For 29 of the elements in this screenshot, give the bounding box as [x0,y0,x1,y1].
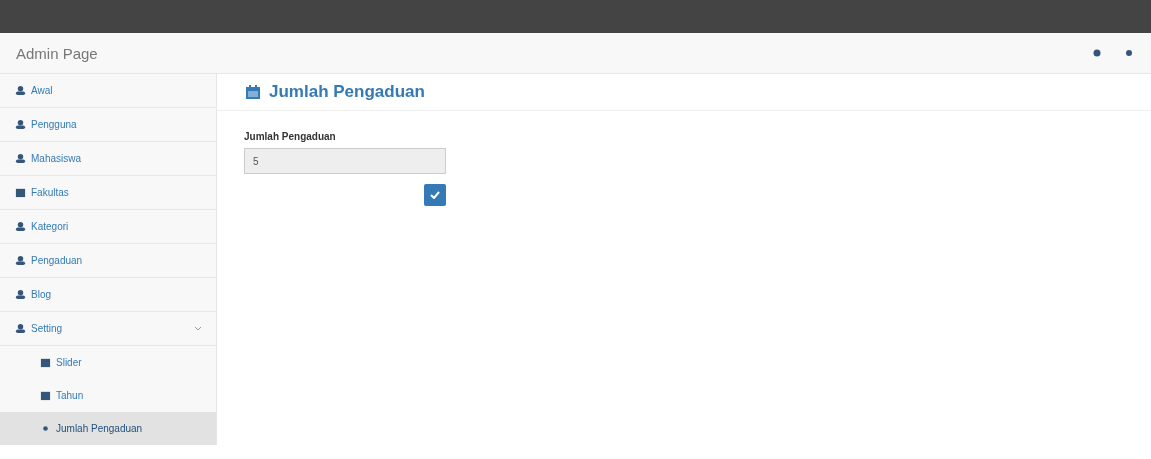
check-icon [430,191,440,199]
square-icon [40,390,51,401]
sidebar-item[interactable]: Fakultas [0,176,216,210]
square-icon [40,357,51,368]
square-icon [15,187,26,198]
sidebar-item[interactable]: Kategori [0,210,216,244]
person-icon [15,221,26,232]
sidebar-item[interactable]: Blog [0,278,216,312]
sidebar-item[interactable]: Setting [0,312,216,346]
person-icon [15,323,26,334]
person-icon [15,289,26,300]
person-icon [15,85,26,96]
sidebar-subitem[interactable]: Jumlah Pengaduan [0,412,216,445]
dot-icon [40,423,51,434]
page-title: Jumlah Pengaduan [269,82,425,102]
field-label: Jumlah Pengaduan [244,131,337,142]
sidebar-subitem[interactable]: Slider [0,346,216,379]
sidebar-item[interactable]: Pengaduan [0,244,216,278]
sidebar-item[interactable]: Awal [0,74,216,108]
calendar-icon [245,84,261,100]
sidebar-item[interactable]: Pengguna [0,108,216,142]
brand-title: Admin Page [16,44,98,62]
input-field[interactable]: 5 [244,148,446,174]
sidebar-item[interactable]: Mahasiswa [0,142,216,176]
person-icon [15,153,26,164]
person-icon [15,255,26,266]
submit-button[interactable] [424,184,446,206]
person-icon [15,119,26,130]
sidebar-subitem[interactable]: Tahun [0,379,216,412]
